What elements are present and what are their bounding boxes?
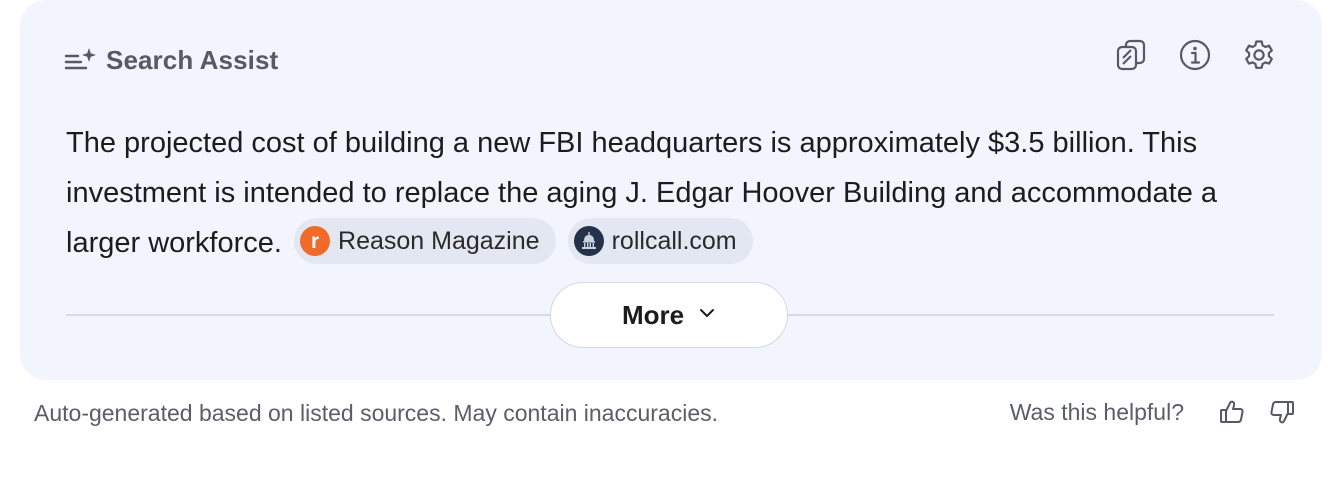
source-chip-reason-magazine[interactable]: r Reason Magazine [294, 218, 556, 265]
disclaimer-text: Auto-generated based on listed sources. … [34, 400, 719, 426]
source-chip-rollcall[interactable]: rollcall.com [567, 218, 753, 265]
gear-icon[interactable] [1240, 36, 1278, 74]
more-button-label: More [621, 299, 685, 330]
source-chip-label: rollcall.com [611, 226, 737, 255]
info-icon[interactable] [1176, 36, 1214, 74]
answer-body: The projected cost of building a new FBI… [66, 118, 1296, 268]
chevron-down-icon [698, 306, 716, 324]
search-assist-icon [64, 45, 98, 75]
helpful-question: Was this helpful? [1009, 398, 1184, 425]
panel-actions [1112, 36, 1278, 74]
capitol-dome-icon [573, 226, 604, 257]
thumbs-down-icon[interactable] [1264, 394, 1300, 430]
panel-header: Search Assist [64, 40, 278, 80]
source-chip-label: Reason Magazine [338, 226, 540, 255]
search-assist-panel: Search Assist The projected cost of buil… [20, 0, 1322, 380]
thumbs-up-icon[interactable] [1214, 394, 1250, 430]
feedback-area: Was this helpful? [1010, 394, 1300, 430]
copy-icon[interactable] [1112, 36, 1150, 74]
more-button[interactable]: More [550, 282, 788, 348]
panel-title: Search Assist [106, 44, 279, 75]
reason-magazine-favicon: r [300, 226, 331, 257]
